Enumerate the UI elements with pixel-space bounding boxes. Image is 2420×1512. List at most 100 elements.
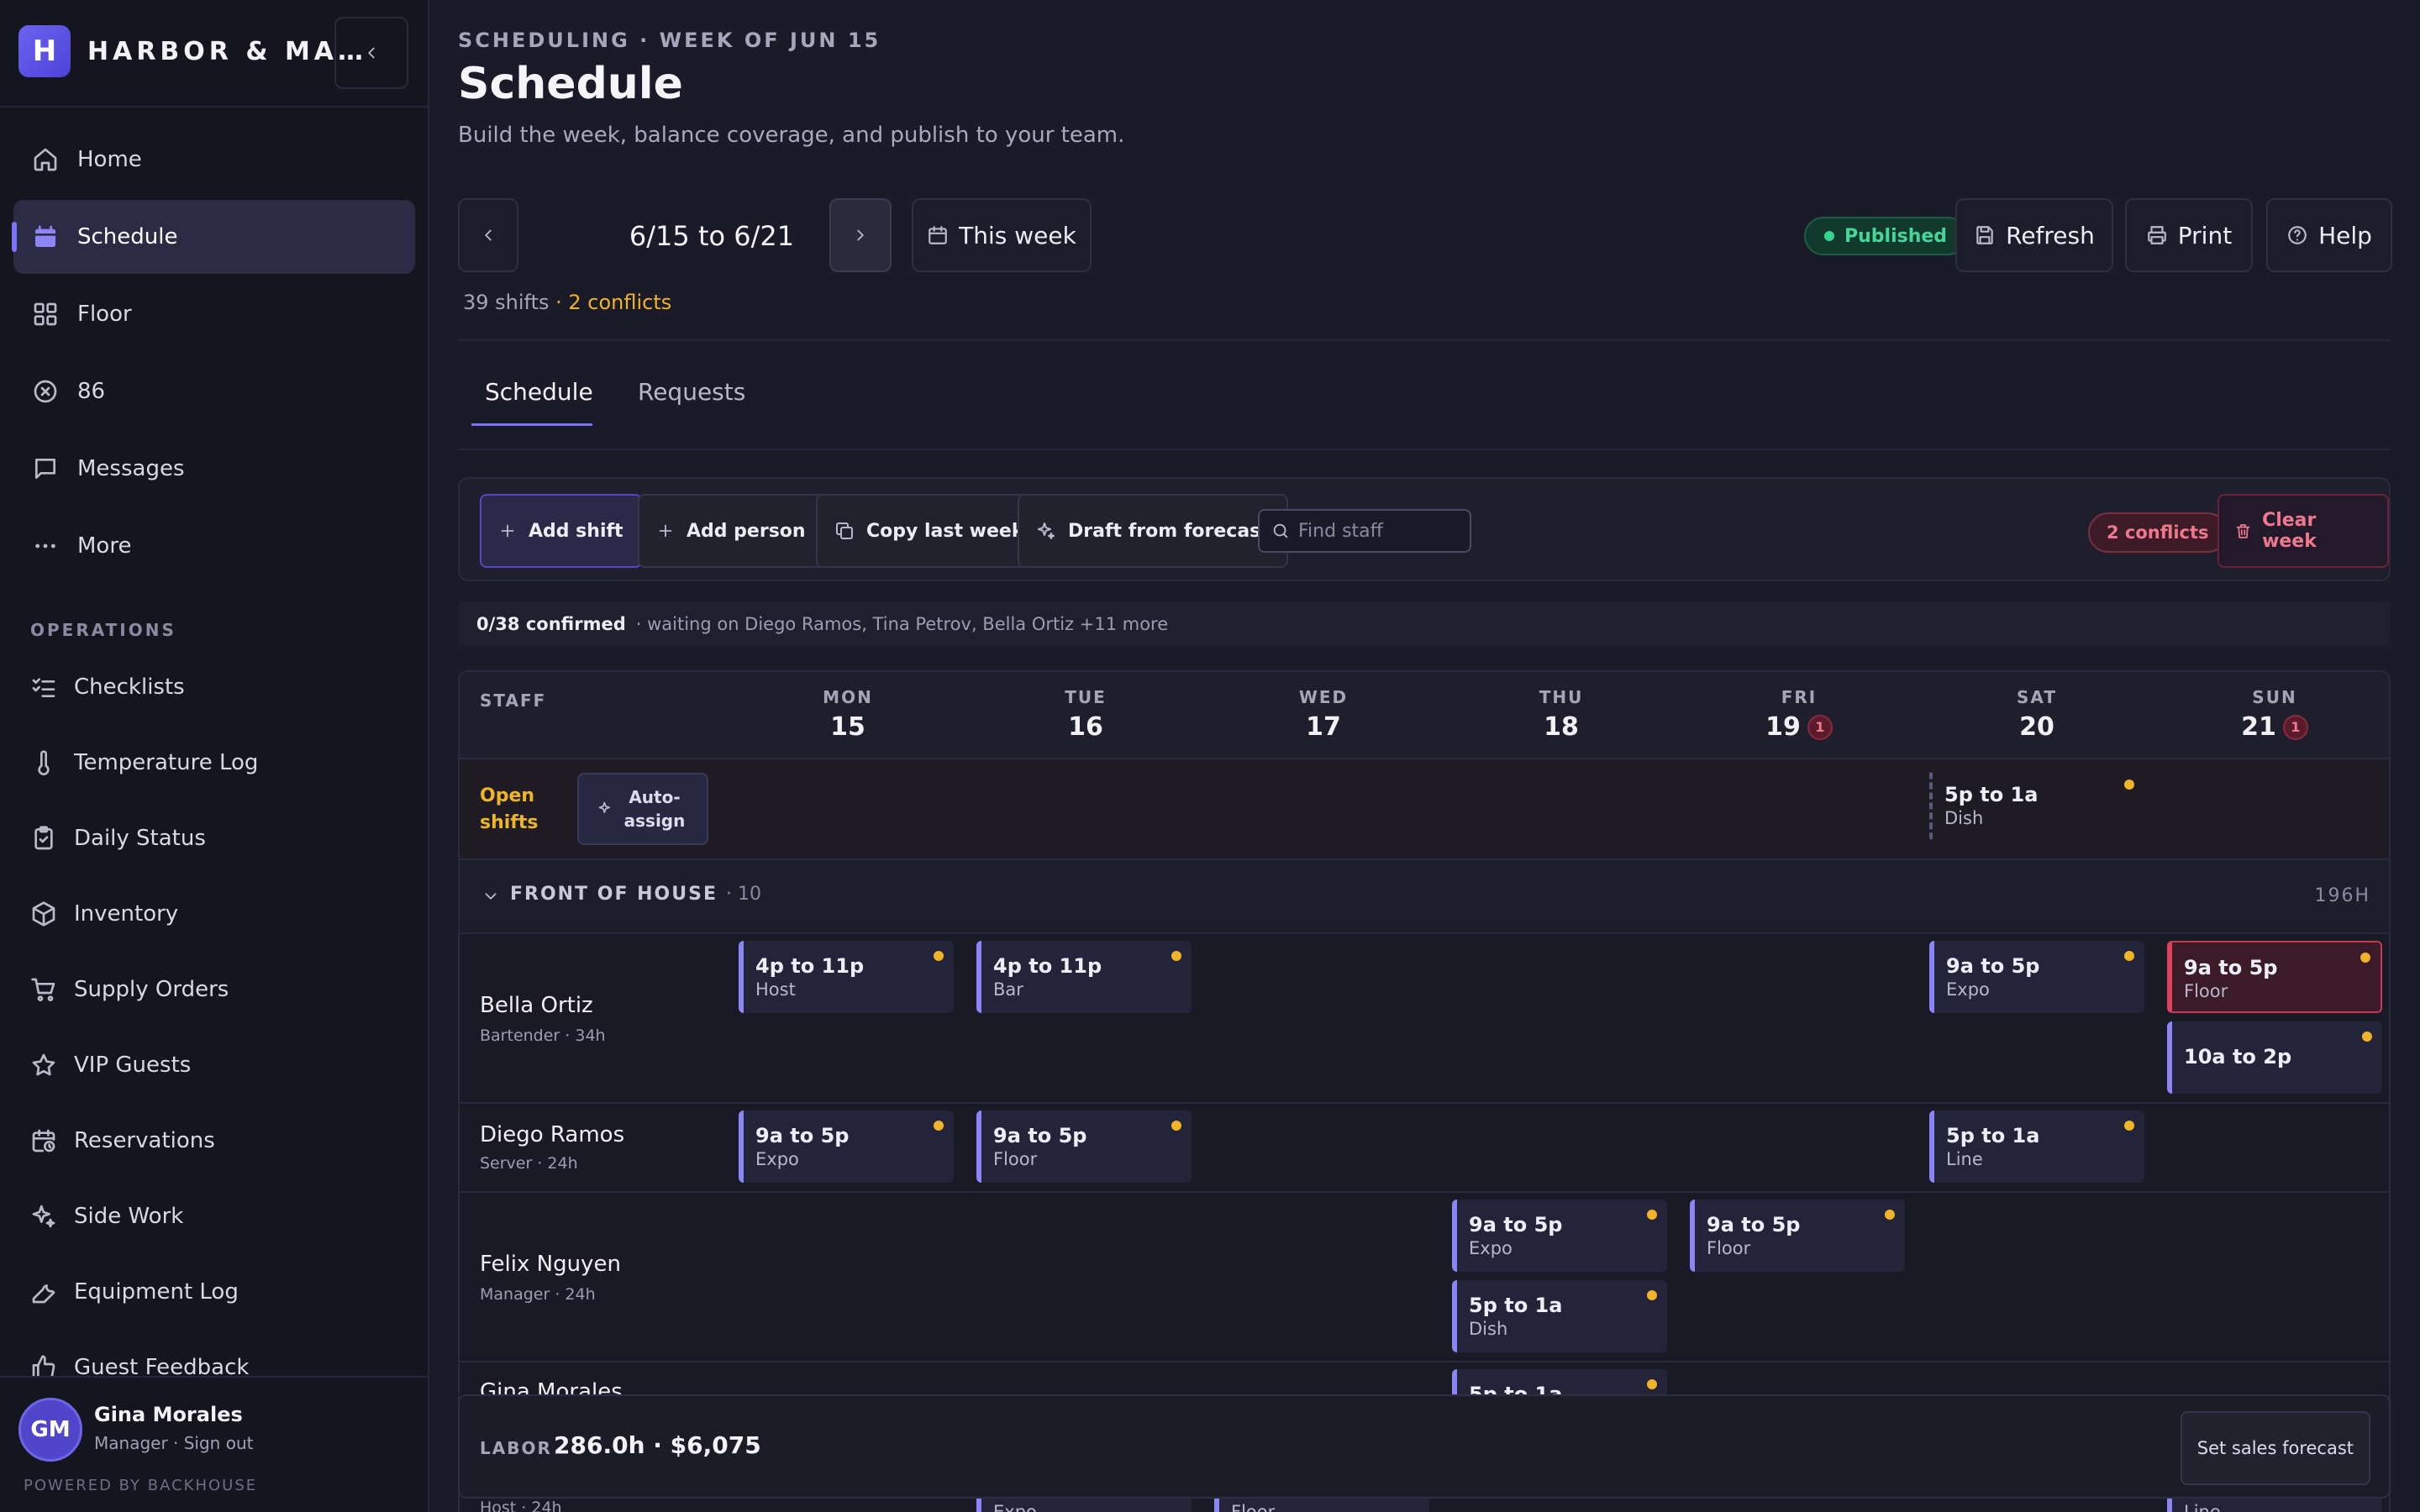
sparkle-icon — [598, 801, 610, 813]
plus-icon — [498, 522, 517, 540]
help-button[interactable]: Help — [2266, 198, 2392, 272]
sidebar-item-inventory[interactable]: Inventory — [30, 897, 178, 931]
sidebar-item-more[interactable]: More — [13, 509, 415, 583]
help-icon — [2288, 226, 2307, 244]
find-staff-search[interactable] — [1258, 509, 1471, 553]
brand[interactable]: H HARBOR & MA… — [18, 25, 367, 77]
column-header-mon[interactable]: MON 15 — [739, 687, 957, 742]
auto-assign-button[interactable]: Auto-assign — [577, 773, 708, 845]
sidebar-item-side-work[interactable]: Side Work — [30, 1200, 183, 1233]
prev-week-button[interactable] — [458, 198, 518, 272]
sidebar-item-floor[interactable]: Floor — [13, 277, 415, 351]
shift-card[interactable]: 9a to 5p Expo — [739, 1110, 954, 1183]
sidebar-item-reservations[interactable]: Reservations — [30, 1124, 215, 1158]
shift-time: 9a to 5p — [1946, 954, 2040, 978]
staff-row: Bella Ortiz Bartender · 34h 4p to 11p Hos… — [460, 934, 2389, 1104]
shift-counts: 39 shifts · 2 conflicts — [463, 291, 671, 314]
shift-card[interactable]: 10a to 2p — [2167, 1021, 2382, 1094]
collapse-sidebar-button[interactable] — [334, 17, 408, 89]
sidebar-item-label: Checklists — [74, 675, 185, 700]
shift-card[interactable]: 5p to 1a Line — [1929, 1110, 2144, 1183]
wrench-icon — [30, 1278, 57, 1305]
next-week-button[interactable] — [829, 198, 892, 272]
column-header-tue[interactable]: TUE 16 — [976, 687, 1195, 742]
conflict-badge[interactable]: 1 — [2282, 714, 2308, 740]
sidebar-item-messages[interactable]: Messages — [13, 432, 415, 506]
conflict-count[interactable]: · 2 conflicts — [555, 291, 671, 314]
group-front-of-house[interactable]: FRONT OF HOUSE · 10 196H — [460, 860, 2389, 934]
shift-card[interactable]: 4p to 11p Bar — [976, 941, 1192, 1013]
sidebar-item-label: Side Work — [74, 1204, 184, 1229]
staff-name[interactable]: Felix Nguyen — [480, 1252, 621, 1277]
shift-role: Dish — [1944, 808, 1984, 828]
labor-label: LABOR — [480, 1438, 552, 1458]
printer-icon — [2147, 226, 2166, 244]
chevron-down-icon[interactable] — [481, 887, 500, 906]
sidebar-item-vip-guests[interactable]: VIP Guests — [30, 1048, 191, 1082]
draft-from-forecast-button[interactable]: Draft from forecast — [1018, 494, 1288, 568]
day-name: THU — [1539, 687, 1584, 707]
calendar-clock-icon — [30, 1127, 57, 1154]
shift-card-conflict[interactable]: 9a to 5p Floor — [2167, 941, 2382, 1013]
shift-card[interactable]: 5p to 1a Dish — [1452, 1280, 1667, 1352]
sidebar-item-label: Temperature Log — [74, 750, 259, 775]
add-shift-button[interactable]: Add shift — [480, 494, 642, 568]
unconfirmed-dot — [1647, 1210, 1657, 1220]
conflicts-pill[interactable]: 2 conflicts — [2088, 512, 2228, 553]
staff-name[interactable]: Bella Ortiz — [480, 993, 593, 1018]
shift-card[interactable]: 9a to 5p Expo — [1452, 1200, 1667, 1272]
sidebar-item-86[interactable]: 86 — [13, 354, 415, 428]
staff-name[interactable]: Diego Ramos — [480, 1122, 624, 1147]
sidebar-item-equipment-log[interactable]: Equipment Log — [30, 1275, 239, 1309]
shift-card[interactable]: 9a to 5p Floor — [1690, 1200, 1905, 1272]
sidebar-item-supply-orders[interactable]: Supply Orders — [30, 973, 229, 1006]
shift-time: 5p to 1a — [1944, 783, 2039, 806]
sidebar-item-label: Equipment Log — [74, 1279, 239, 1305]
print-button[interactable]: Print — [2125, 198, 2253, 272]
unconfirmed-dot — [1171, 1121, 1181, 1131]
sidebar-item-checklists[interactable]: Checklists — [30, 670, 185, 704]
refresh-button[interactable]: Refresh — [1955, 198, 2113, 272]
shift-role: Dish — [1469, 1319, 1508, 1339]
user-role-signout[interactable]: Manager · Sign out — [94, 1433, 253, 1453]
column-header-sun[interactable]: SUN 21 1 — [2165, 687, 2384, 742]
set-sales-forecast-button[interactable]: Set sales forecast — [2180, 1411, 2370, 1485]
avatar[interactable]: GM — [18, 1398, 82, 1462]
add-person-button[interactable]: Add person — [638, 494, 824, 568]
waiting-on-list[interactable]: · waiting on Diego Ramos, Tina Petrov, B… — [636, 614, 1168, 634]
clear-week-button[interactable]: Clear week — [2217, 494, 2389, 568]
box-icon — [30, 900, 57, 927]
sidebar-footer: GM Gina Morales Manager · Sign out POWER… — [0, 1376, 428, 1512]
conflict-badge[interactable]: 1 — [1807, 714, 1833, 740]
shift-card[interactable]: 9a to 5p Floor — [976, 1110, 1192, 1183]
star-icon — [30, 1052, 57, 1079]
sidebar-item-home[interactable]: Home — [13, 123, 415, 197]
sidebar-divider — [0, 106, 428, 108]
save-icon — [1976, 226, 1993, 244]
sidebar-item-daily-status[interactable]: Daily Status — [30, 822, 206, 855]
sidebar-item-temperature-log[interactable]: Temperature Log — [30, 746, 258, 780]
grid-header: STAFF MON 15 TUE 16 WED 17 THU 18 FRI 19 1 SAT… — [460, 672, 2389, 759]
column-header-thu[interactable]: THU 18 — [1452, 687, 1670, 742]
find-staff-input[interactable] — [1298, 520, 1466, 542]
status-dot — [1824, 231, 1834, 241]
tab-requests[interactable]: Requests — [638, 378, 745, 406]
shift-card[interactable]: 4p to 11p Host — [739, 941, 954, 1013]
open-shift-card[interactable]: 5p to 1a Dish — [1929, 769, 2144, 842]
chevron-right-icon — [857, 229, 864, 241]
sidebar-item-schedule[interactable]: Schedule — [12, 200, 415, 274]
column-header-fri[interactable]: FRI 19 1 — [1690, 687, 1908, 742]
shift-role: Host — [755, 979, 796, 1000]
shift-card[interactable]: 9a to 5p Expo — [1929, 941, 2144, 1013]
sidebar-item-label: Daily Status — [74, 826, 206, 851]
shift-time: 9a to 5p — [993, 1124, 1087, 1147]
column-header-sat[interactable]: SAT 20 — [1928, 687, 2146, 742]
shift-role: Expo — [1469, 1238, 1512, 1258]
unconfirmed-dot — [2124, 951, 2134, 961]
tab-schedule[interactable]: Schedule — [485, 378, 593, 406]
copy-last-week-button[interactable]: Copy last week — [816, 494, 1043, 568]
shift-role: Floor — [993, 1149, 1038, 1169]
this-week-button[interactable]: This week — [912, 198, 1092, 272]
column-header-wed[interactable]: WED 17 — [1214, 687, 1433, 742]
shift-role: Line — [1946, 1149, 1983, 1169]
